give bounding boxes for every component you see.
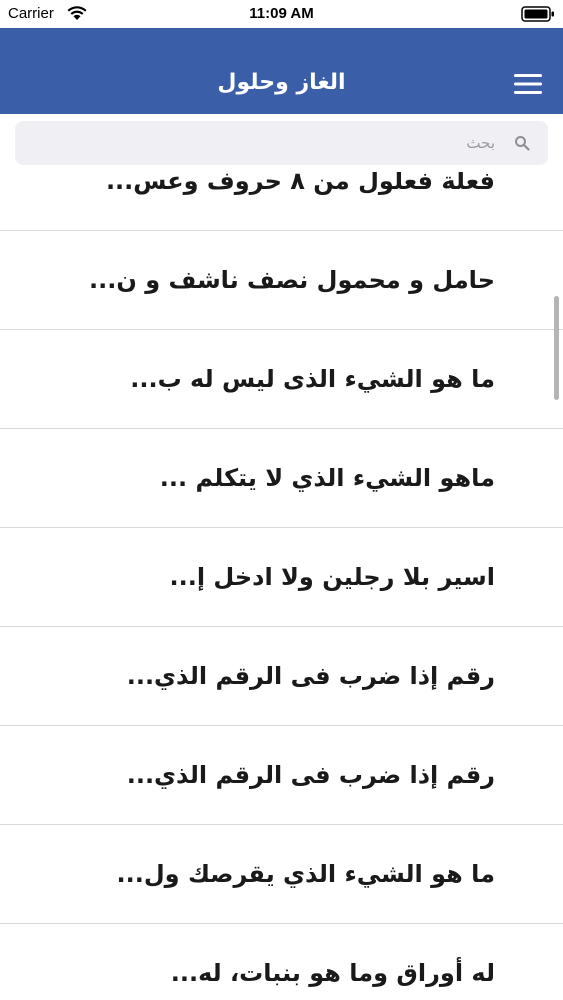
navigation-bar: الغاز وحلول	[0, 28, 563, 114]
list-item[interactable]: ماهو الشيء الذي لا يتكلم ...	[0, 429, 563, 528]
list-item-label: ما هو الشيء الذى ليس له ب...	[130, 365, 495, 393]
list-item-label: رقم إذا ضرب فى الرقم الذي...	[126, 662, 495, 690]
list-item-label: رقم إذا ضرب فى الرقم الذي...	[126, 761, 495, 789]
scroll-indicator[interactable]	[554, 296, 559, 400]
list-item-label: اسير بلا رجلين ولا ادخل إ...	[169, 563, 496, 591]
list-item[interactable]: ما هو الشيء الذى ليس له ب...	[0, 330, 563, 429]
list-item-label: حامل و محمول نصف ناشف و ن...	[89, 266, 495, 294]
battery-icon	[521, 6, 554, 22]
riddles-list[interactable]: فعلة فعلول من ٨ حروف وعس... حامل و محمول…	[0, 172, 563, 1000]
list-item-label: ماهو الشيء الذي لا يتكلم ...	[159, 464, 495, 492]
list-item[interactable]: ما هو الشيء الذي يقرصك ول...	[0, 825, 563, 924]
page-title: الغاز وحلول	[217, 70, 346, 95]
list-item[interactable]: فعلة فعلول من ٨ حروف وعس...	[0, 172, 563, 231]
status-bar: Carrier 11:09 AM	[0, 0, 563, 28]
list-item-label: له أوراق وما هو بنبات، له...	[170, 959, 495, 987]
list-item-label: فعلة فعلول من ٨ حروف وعس...	[105, 172, 495, 195]
list-item[interactable]: حامل و محمول نصف ناشف و ن...	[0, 231, 563, 330]
list-item-label: ما هو الشيء الذي يقرصك ول...	[116, 860, 496, 888]
search-box[interactable]	[15, 121, 548, 165]
search-icon	[515, 136, 530, 151]
list-item[interactable]: له أوراق وما هو بنبات، له...	[0, 924, 563, 1000]
riddles-list-content: فعلة فعلول من ٨ حروف وعس... حامل و محمول…	[0, 172, 563, 1000]
status-time: 11:09 AM	[249, 5, 314, 22]
list-item[interactable]: اسير بلا رجلين ولا ادخل إ...	[0, 528, 563, 627]
search-input[interactable]	[25, 121, 495, 165]
list-item[interactable]: رقم إذا ضرب فى الرقم الذي...	[0, 726, 563, 825]
hamburger-menu-icon[interactable]	[513, 72, 543, 96]
search-bar	[0, 114, 563, 172]
list-item[interactable]: رقم إذا ضرب فى الرقم الذي...	[0, 627, 563, 726]
